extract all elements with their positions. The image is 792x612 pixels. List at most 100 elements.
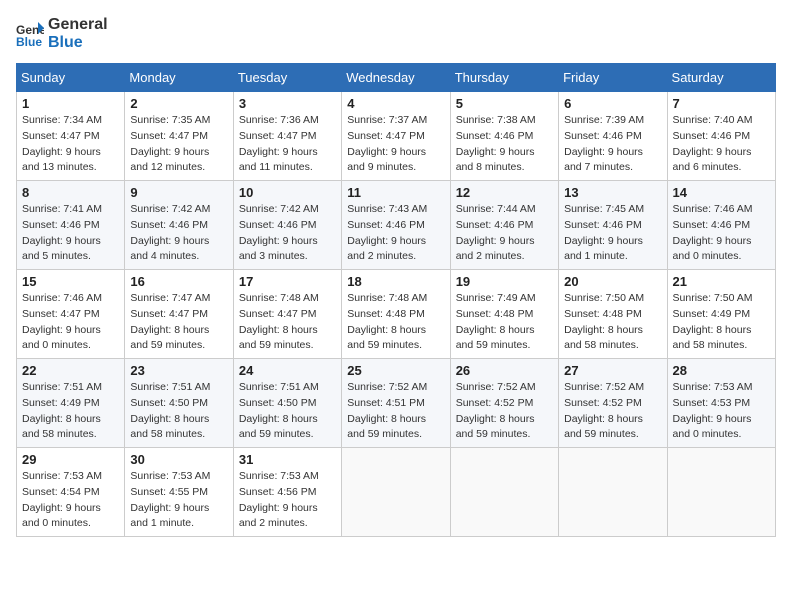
calendar-day-13: 13Sunrise: 7:45 AMSunset: 4:46 PMDayligh… bbox=[559, 181, 667, 270]
day-number: 25 bbox=[347, 363, 444, 378]
day-info: Sunrise: 7:36 AMSunset: 4:47 PMDaylight:… bbox=[239, 113, 336, 176]
calendar-day-24: 24 Sunrise: 7:51 AMSunset: 4:50 PMDayligh… bbox=[233, 359, 341, 448]
day-number: 28 bbox=[673, 363, 770, 378]
calendar-day-16: 16 Sunrise: 7:47 AMSunset: 4:47 PMDayligh… bbox=[125, 270, 233, 359]
weekday-thursday: Thursday bbox=[450, 64, 558, 92]
calendar-day-31: 31 Sunrise: 7:53 AMSunset: 4:56 PMDayligh… bbox=[233, 448, 341, 537]
calendar-day-29: 29 Sunrise: 7:53 AMSunset: 4:54 PMDayligh… bbox=[17, 448, 125, 537]
day-number: 10 bbox=[239, 185, 336, 200]
day-info: Sunrise: 7:53 AMSunset: 4:56 PMDaylight:… bbox=[239, 469, 336, 532]
day-info: Sunrise: 7:37 AMSunset: 4:47 PMDaylight:… bbox=[347, 113, 444, 176]
day-info: Sunrise: 7:52 AMSunset: 4:52 PMDaylight:… bbox=[456, 380, 553, 443]
day-info: Sunrise: 7:42 AMSunset: 4:46 PMDaylight:… bbox=[130, 202, 227, 265]
day-number: 8 bbox=[22, 185, 119, 200]
day-info: Sunrise: 7:38 AMSunset: 4:46 PMDaylight:… bbox=[456, 113, 553, 176]
day-info: Sunrise: 7:52 AMSunset: 4:51 PMDaylight:… bbox=[347, 380, 444, 443]
day-number: 11 bbox=[347, 185, 444, 200]
weekday-sunday: Sunday bbox=[17, 64, 125, 92]
empty-cell bbox=[450, 448, 558, 537]
day-number: 5 bbox=[456, 96, 553, 111]
empty-cell bbox=[559, 448, 667, 537]
day-number: 26 bbox=[456, 363, 553, 378]
day-number: 12 bbox=[456, 185, 553, 200]
day-number: 31 bbox=[239, 452, 336, 467]
day-info: Sunrise: 7:39 AMSunset: 4:46 PMDaylight:… bbox=[564, 113, 661, 176]
day-info: Sunrise: 7:53 AMSunset: 4:53 PMDaylight:… bbox=[673, 380, 770, 443]
day-number: 19 bbox=[456, 274, 553, 289]
day-number: 9 bbox=[130, 185, 227, 200]
day-number: 20 bbox=[564, 274, 661, 289]
day-number: 17 bbox=[239, 274, 336, 289]
logo-line2: Blue bbox=[48, 34, 108, 52]
weekday-header-row: SundayMondayTuesdayWednesdayThursdayFrid… bbox=[17, 64, 776, 92]
day-info: Sunrise: 7:53 AMSunset: 4:54 PMDaylight:… bbox=[22, 469, 119, 532]
calendar-day-17: 17 Sunrise: 7:48 AMSunset: 4:47 PMDayligh… bbox=[233, 270, 341, 359]
day-number: 24 bbox=[239, 363, 336, 378]
calendar-day-23: 23Sunrise: 7:51 AMSunset: 4:50 PMDayligh… bbox=[125, 359, 233, 448]
day-info: Sunrise: 7:50 AMSunset: 4:49 PMDaylight:… bbox=[673, 291, 770, 354]
calendar-day-4: 4 Sunrise: 7:37 AMSunset: 4:47 PMDaylight… bbox=[342, 92, 450, 181]
calendar-day-11: 11 Sunrise: 7:43 AMSunset: 4:46 PMDayligh… bbox=[342, 181, 450, 270]
day-info: Sunrise: 7:53 AMSunset: 4:55 PMDaylight:… bbox=[130, 469, 227, 532]
calendar-week-5: 29 Sunrise: 7:53 AMSunset: 4:54 PMDayligh… bbox=[17, 448, 776, 537]
calendar-day-14: 14Sunrise: 7:46 AMSunset: 4:46 PMDayligh… bbox=[667, 181, 775, 270]
day-number: 30 bbox=[130, 452, 227, 467]
day-info: Sunrise: 7:51 AMSunset: 4:50 PMDaylight:… bbox=[239, 380, 336, 443]
calendar-day-1: 1Sunrise: 7:34 AMSunset: 4:47 PMDaylight… bbox=[17, 92, 125, 181]
day-number: 4 bbox=[347, 96, 444, 111]
calendar-day-28: 28 Sunrise: 7:53 AMSunset: 4:53 PMDayligh… bbox=[667, 359, 775, 448]
svg-text:Blue: Blue bbox=[16, 35, 42, 48]
calendar-day-8: 8 Sunrise: 7:41 AMSunset: 4:46 PMDaylight… bbox=[17, 181, 125, 270]
day-info: Sunrise: 7:49 AMSunset: 4:48 PMDaylight:… bbox=[456, 291, 553, 354]
calendar-day-22: 22Sunrise: 7:51 AMSunset: 4:49 PMDayligh… bbox=[17, 359, 125, 448]
calendar-day-26: 26 Sunrise: 7:52 AMSunset: 4:52 PMDayligh… bbox=[450, 359, 558, 448]
calendar-day-25: 25 Sunrise: 7:52 AMSunset: 4:51 PMDayligh… bbox=[342, 359, 450, 448]
calendar-day-2: 2 Sunrise: 7:35 AMSunset: 4:47 PMDaylight… bbox=[125, 92, 233, 181]
page-header: General Blue General Blue bbox=[16, 16, 776, 51]
calendar-day-9: 9 Sunrise: 7:42 AMSunset: 4:46 PMDaylight… bbox=[125, 181, 233, 270]
calendar-week-2: 8 Sunrise: 7:41 AMSunset: 4:46 PMDaylight… bbox=[17, 181, 776, 270]
empty-cell bbox=[342, 448, 450, 537]
logo: General Blue General Blue bbox=[16, 16, 108, 51]
day-number: 1 bbox=[22, 96, 119, 111]
day-number: 2 bbox=[130, 96, 227, 111]
day-number: 16 bbox=[130, 274, 227, 289]
logo-line1: General bbox=[48, 16, 108, 34]
day-number: 18 bbox=[347, 274, 444, 289]
day-info: Sunrise: 7:48 AMSunset: 4:47 PMDaylight:… bbox=[239, 291, 336, 354]
day-number: 22 bbox=[22, 363, 119, 378]
day-number: 29 bbox=[22, 452, 119, 467]
day-number: 14 bbox=[673, 185, 770, 200]
calendar-day-27: 27 Sunrise: 7:52 AMSunset: 4:52 PMDayligh… bbox=[559, 359, 667, 448]
calendar-day-19: 19 Sunrise: 7:49 AMSunset: 4:48 PMDayligh… bbox=[450, 270, 558, 359]
day-info: Sunrise: 7:41 AMSunset: 4:46 PMDaylight:… bbox=[22, 202, 119, 265]
day-info: Sunrise: 7:52 AMSunset: 4:52 PMDaylight:… bbox=[564, 380, 661, 443]
day-info: Sunrise: 7:44 AMSunset: 4:46 PMDaylight:… bbox=[456, 202, 553, 265]
empty-cell bbox=[667, 448, 775, 537]
calendar-week-4: 22Sunrise: 7:51 AMSunset: 4:49 PMDayligh… bbox=[17, 359, 776, 448]
day-info: Sunrise: 7:46 AMSunset: 4:47 PMDaylight:… bbox=[22, 291, 119, 354]
day-info: Sunrise: 7:42 AMSunset: 4:46 PMDaylight:… bbox=[239, 202, 336, 265]
day-info: Sunrise: 7:43 AMSunset: 4:46 PMDaylight:… bbox=[347, 202, 444, 265]
day-number: 7 bbox=[673, 96, 770, 111]
day-info: Sunrise: 7:50 AMSunset: 4:48 PMDaylight:… bbox=[564, 291, 661, 354]
weekday-wednesday: Wednesday bbox=[342, 64, 450, 92]
calendar-week-1: 1Sunrise: 7:34 AMSunset: 4:47 PMDaylight… bbox=[17, 92, 776, 181]
calendar-table: SundayMondayTuesdayWednesdayThursdayFrid… bbox=[16, 63, 776, 537]
calendar-day-18: 18 Sunrise: 7:48 AMSunset: 4:48 PMDayligh… bbox=[342, 270, 450, 359]
calendar-day-12: 12 Sunrise: 7:44 AMSunset: 4:46 PMDayligh… bbox=[450, 181, 558, 270]
weekday-saturday: Saturday bbox=[667, 64, 775, 92]
calendar-day-3: 3Sunrise: 7:36 AMSunset: 4:47 PMDaylight… bbox=[233, 92, 341, 181]
day-info: Sunrise: 7:35 AMSunset: 4:47 PMDaylight:… bbox=[130, 113, 227, 176]
calendar-day-20: 20 Sunrise: 7:50 AMSunset: 4:48 PMDayligh… bbox=[559, 270, 667, 359]
day-info: Sunrise: 7:51 AMSunset: 4:50 PMDaylight:… bbox=[130, 380, 227, 443]
calendar-day-15: 15Sunrise: 7:46 AMSunset: 4:47 PMDayligh… bbox=[17, 270, 125, 359]
day-info: Sunrise: 7:48 AMSunset: 4:48 PMDaylight:… bbox=[347, 291, 444, 354]
calendar-day-7: 7Sunrise: 7:40 AMSunset: 4:46 PMDaylight… bbox=[667, 92, 775, 181]
calendar-day-6: 6Sunrise: 7:39 AMSunset: 4:46 PMDaylight… bbox=[559, 92, 667, 181]
weekday-monday: Monday bbox=[125, 64, 233, 92]
day-number: 27 bbox=[564, 363, 661, 378]
day-number: 13 bbox=[564, 185, 661, 200]
day-info: Sunrise: 7:47 AMSunset: 4:47 PMDaylight:… bbox=[130, 291, 227, 354]
weekday-tuesday: Tuesday bbox=[233, 64, 341, 92]
